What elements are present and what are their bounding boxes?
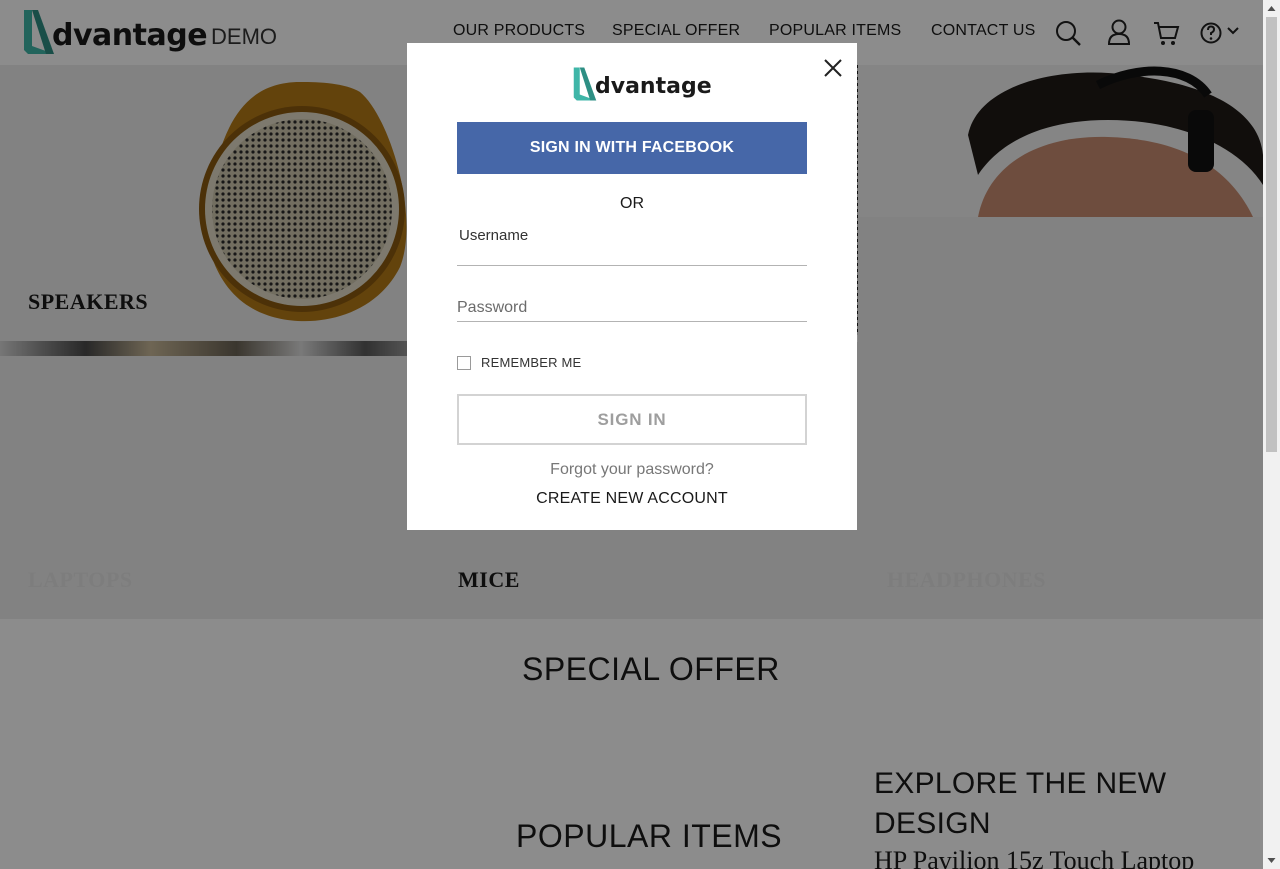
create-account-link[interactable]: CREATE NEW ACCOUNT [407,490,857,508]
password-input[interactable] [457,297,807,319]
close-icon[interactable] [822,57,844,79]
page-scrollbar[interactable] [1263,0,1280,869]
username-input[interactable] [457,246,807,266]
or-separator: OR [620,195,644,212]
page: dvantage DEMO OUR PRODUCTS SPECIAL OFFER… [0,0,1263,869]
remember-me-checkbox[interactable] [457,355,471,370]
login-modal: dvantage SIGN IN WITH FACEBOOK OR Userna… [407,43,857,530]
modal-logo: dvantage [572,66,712,102]
scrollbar-thumb[interactable] [1266,17,1277,452]
password-underline [457,321,807,322]
username-underline [457,265,807,266]
signin-button[interactable]: SIGN IN [457,394,807,445]
scroll-down-arrow-icon[interactable] [1263,852,1280,869]
username-label: Username [459,227,529,244]
remember-me-label[interactable]: REMEMBER ME [481,355,581,370]
remember-me[interactable]: REMEMBER ME [457,355,581,370]
forgot-password-link[interactable]: Forgot your password? [407,461,857,479]
modal-logo-text: dvantage [595,74,712,99]
facebook-signin-button[interactable]: SIGN IN WITH FACEBOOK [457,122,807,174]
scroll-up-arrow-icon[interactable] [1263,0,1280,17]
